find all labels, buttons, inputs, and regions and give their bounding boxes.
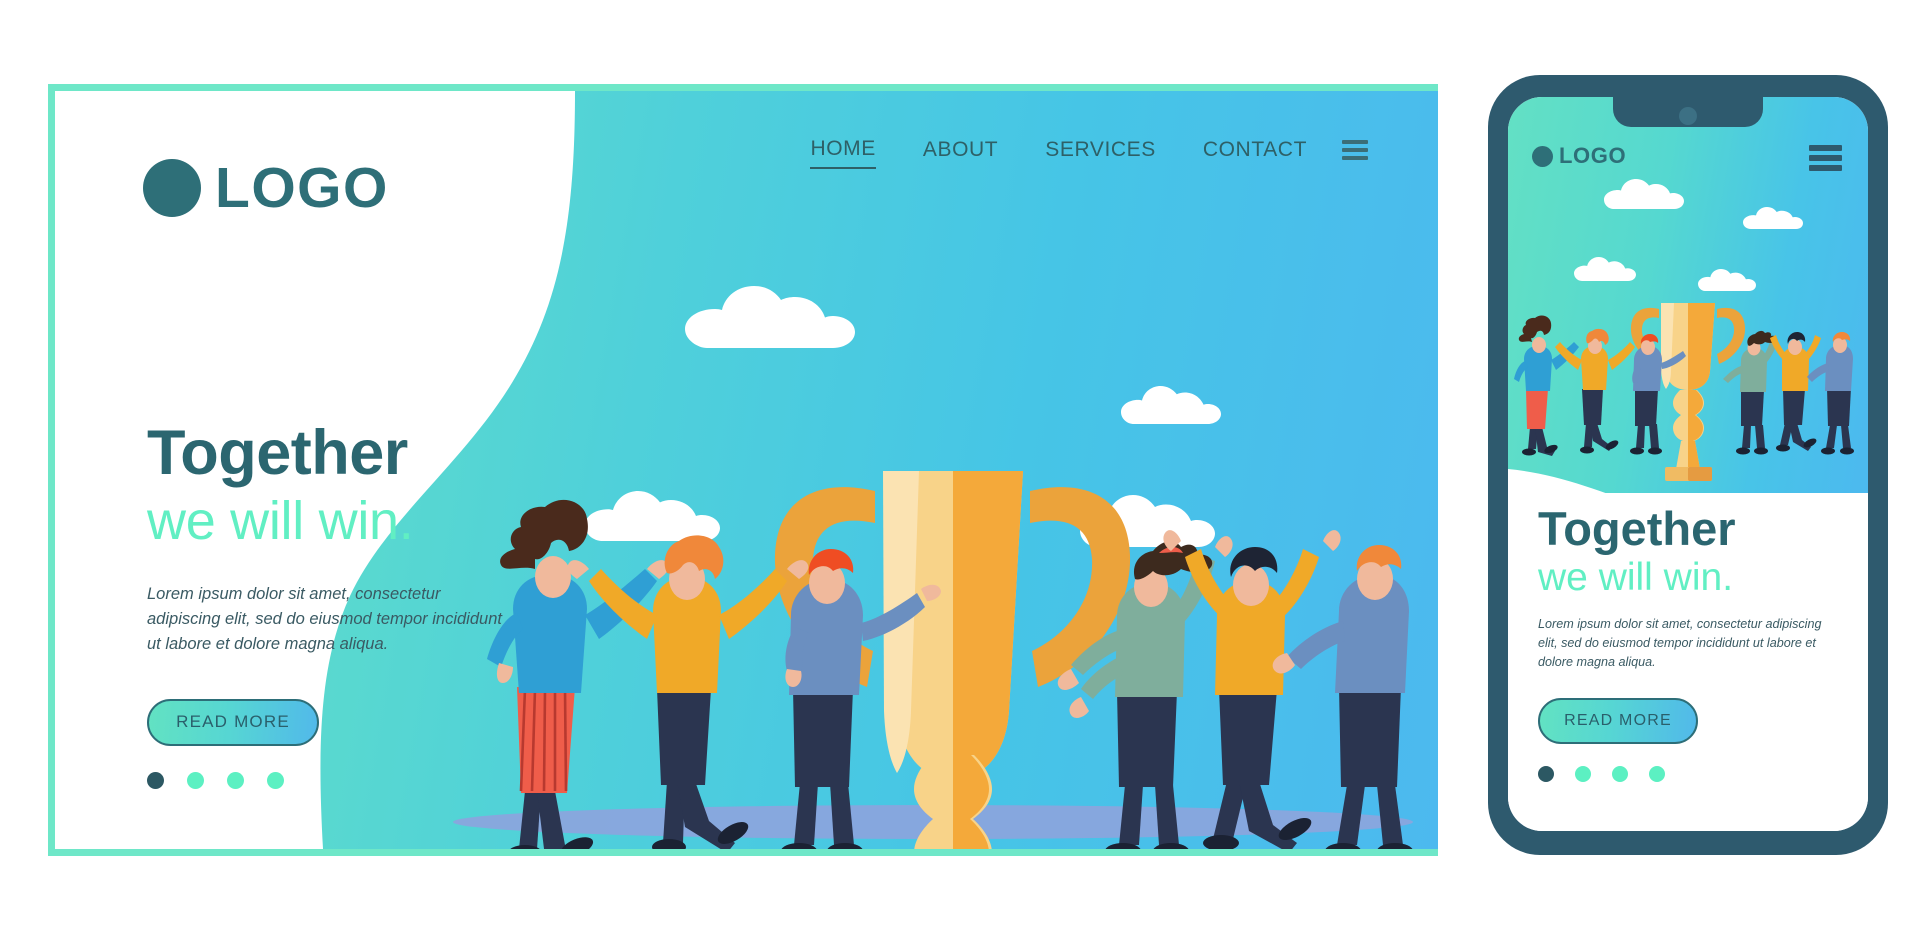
carousel-dots [147,771,547,789]
hero-content: Together we will win. Lorem ipsum dolor … [147,421,547,789]
carousel-dot-4[interactable] [267,771,284,789]
phone-viewport: LOGO Together we will win. Lorem ipsum d… [1508,97,1868,831]
nav-item-home[interactable]: HOME [810,137,876,169]
hero-headline: Together [147,418,408,488]
phone-carousel-dots [1538,765,1858,782]
carousel-dot-2[interactable] [187,771,204,789]
phone-read-more-button[interactable]: READ MORE [1538,697,1698,744]
phone-hero-content: Together we will win. Lorem ipsum dolor … [1538,505,1858,782]
hero-subheadline: we will win. [147,491,414,552]
nav-item-services[interactable]: SERVICES [1045,138,1156,168]
phone-hamburger-icon[interactable] [1809,145,1842,171]
page-root: LOGO HOME ABOUT SERVICES CONTACT Togethe… [0,0,1920,928]
phone-logo[interactable]: LOGO [1532,143,1626,169]
phone-carousel-dot-3[interactable] [1612,765,1628,782]
desktop-mockup: LOGO HOME ABOUT SERVICES CONTACT Togethe… [48,84,1438,856]
carousel-dot-3[interactable] [227,771,244,789]
phone-hero-headline: Together [1538,502,1736,555]
carousel-dot-1[interactable] [147,771,164,789]
phone-mockup: LOGO Together we will win. Lorem ipsum d… [1488,75,1888,855]
phone-carousel-dot-2[interactable] [1575,765,1591,782]
phone-carousel-dot-1[interactable] [1538,765,1554,782]
logo-circle-icon [1532,145,1553,167]
phone-hero-body-text: Lorem ipsum dolor sit amet, consectetur … [1538,616,1822,669]
main-navigation: HOME ABOUT SERVICES CONTACT [55,137,1438,169]
phone-carousel-dot-4[interactable] [1649,765,1665,782]
hamburger-icon[interactable] [1342,140,1368,160]
phone-logo-text: LOGO [1559,143,1627,168]
nav-item-about[interactable]: ABOUT [923,138,998,168]
phone-camera [1679,107,1697,125]
read-more-button[interactable]: READ MORE [147,698,319,746]
phone-hero-subheadline: we will win. [1538,556,1734,599]
nav-item-contact[interactable]: CONTACT [1203,138,1307,168]
hero-body-text: Lorem ipsum dolor sit amet, consectetur … [147,584,502,653]
phone-notch [1613,97,1763,127]
